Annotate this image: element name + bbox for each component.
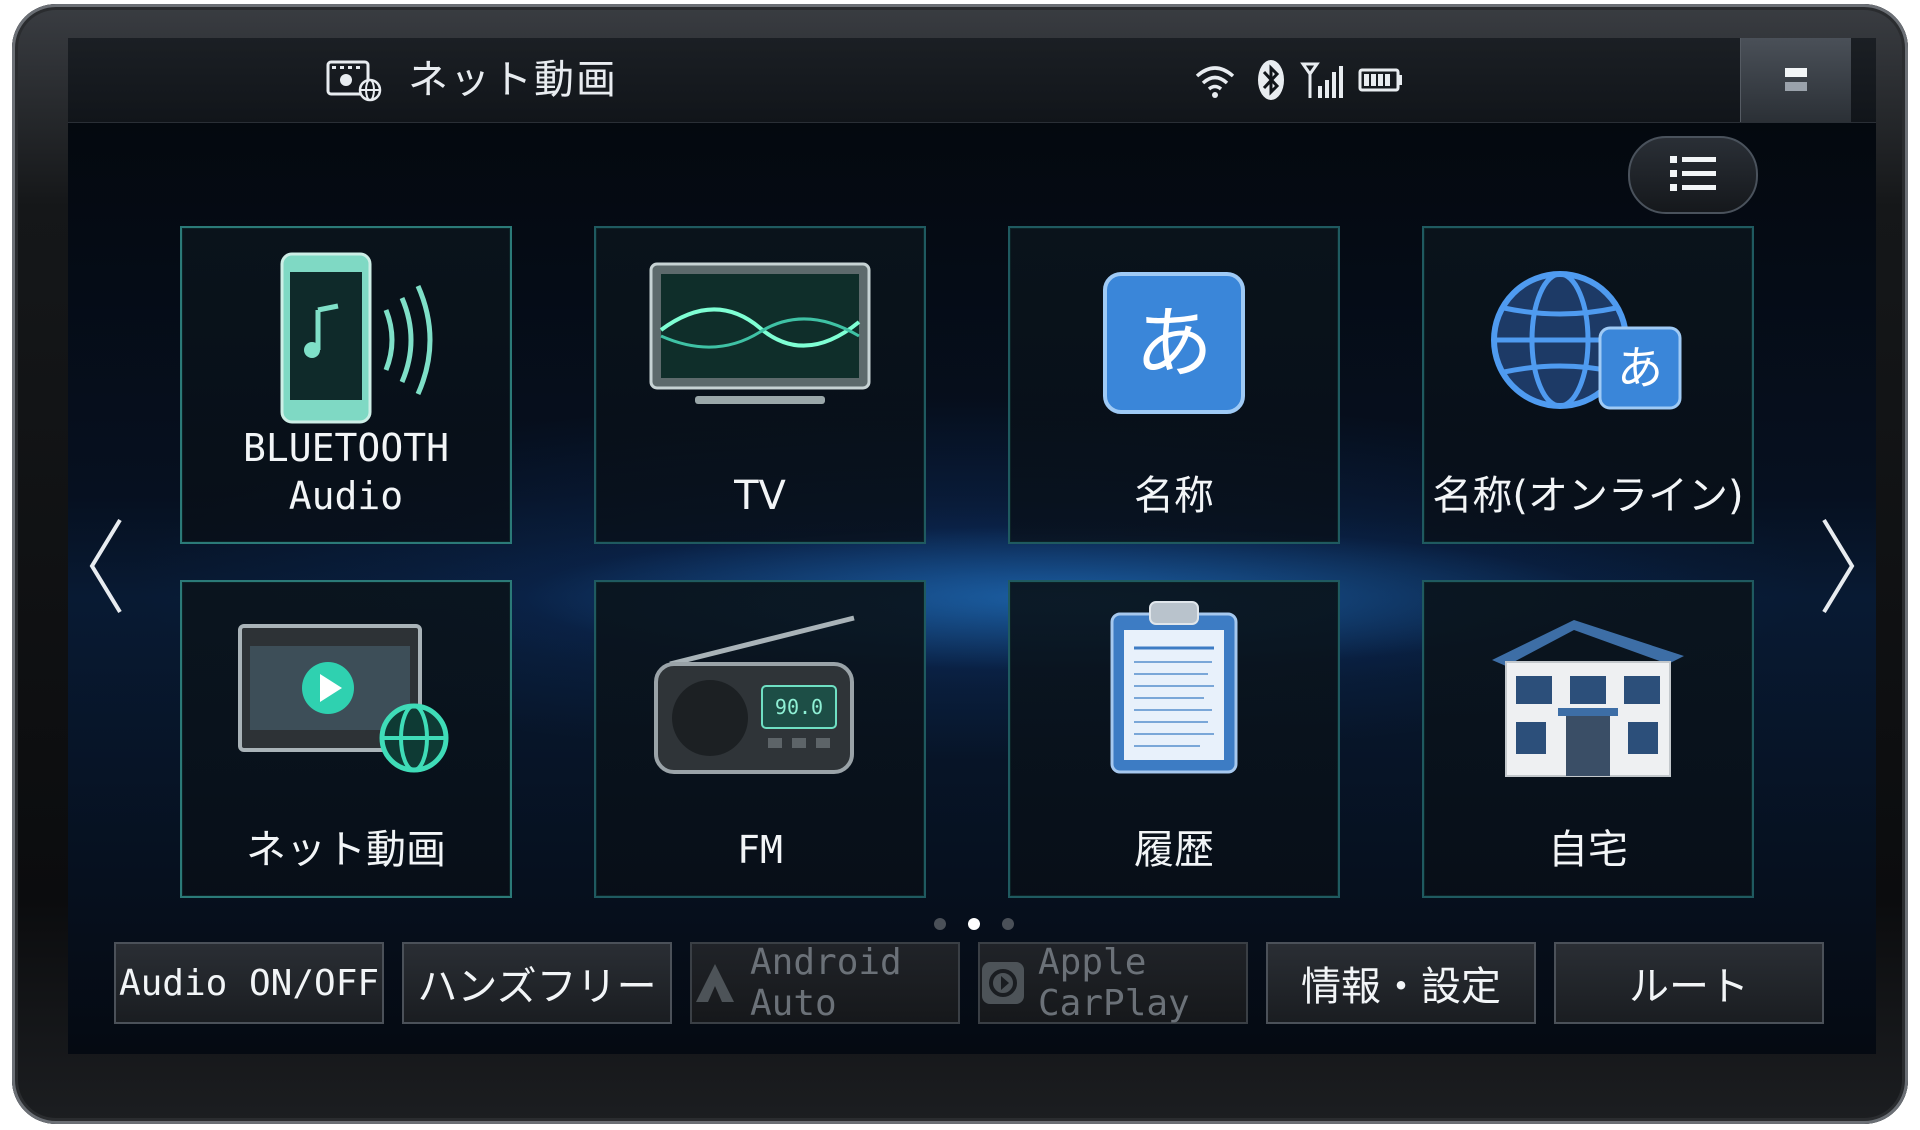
- apple-carplay-button[interactable]: Apple CarPlay: [978, 942, 1248, 1024]
- button-label: ルート: [1629, 964, 1749, 1010]
- hiragana-glyph: あ: [1135, 299, 1213, 389]
- wifi-icon: [1195, 66, 1235, 98]
- chevron-right-icon[interactable]: [1818, 516, 1858, 616]
- hiragana-glyph: あ: [1617, 341, 1663, 395]
- fm-frequency-display: 90.0: [775, 695, 823, 719]
- video-globe-icon: [238, 624, 449, 773]
- route-button[interactable]: ルート: [1554, 942, 1824, 1024]
- radio-icon: 90.0: [654, 615, 855, 774]
- tile-net-video[interactable]: ネット動画: [180, 580, 512, 898]
- tile-home[interactable]: 自宅: [1422, 580, 1754, 898]
- battery-icon: [1358, 68, 1402, 92]
- info-settings-button[interactable]: 情報・設定: [1266, 942, 1536, 1024]
- page-dot[interactable]: [1002, 918, 1014, 930]
- page-dot-current[interactable]: [968, 918, 980, 930]
- button-label: Apple CarPlay: [1038, 942, 1190, 1024]
- tile-history[interactable]: 履歴: [1008, 580, 1340, 898]
- page-title: ネット動画: [408, 57, 618, 103]
- chevron-left-icon[interactable]: [86, 516, 126, 616]
- bluetooth-phone-audio-icon: [280, 252, 433, 424]
- android-auto-button[interactable]: Android Auto: [690, 942, 960, 1024]
- tile-tv[interactable]: TV: [594, 226, 926, 544]
- button-label: Android Auto: [750, 942, 902, 1024]
- globe-hiragana-icon: あ: [1491, 271, 1682, 410]
- list-view-button[interactable]: [1628, 136, 1758, 214]
- house-icon: [1492, 620, 1684, 777]
- device-bezel: ネット動画 BLUETOOTH Audio TV あ 名称 あ 名称(オンライン…: [12, 4, 1908, 1124]
- signal-icon: [1300, 62, 1343, 98]
- display-toggle-icon: [1785, 68, 1807, 91]
- top-bar: ネット動画: [68, 38, 1876, 123]
- tile-label: TV: [734, 473, 786, 519]
- clipboard-history-icon: [1110, 601, 1238, 774]
- tv-icon: [649, 262, 871, 404]
- hands-free-button[interactable]: ハンズフリー: [402, 942, 672, 1024]
- button-label: ハンズフリー: [417, 964, 657, 1010]
- tile-label: BLUETOOTH Audio: [243, 426, 449, 518]
- tile-label: 履歴: [1134, 827, 1214, 873]
- tile-fm[interactable]: 90.0 FM: [594, 580, 926, 898]
- background-glow: [68, 38, 1876, 1054]
- screen: ネット動画 BLUETOOTH Audio TV あ 名称 あ 名称(オンライン…: [68, 38, 1876, 1054]
- hiragana-a-icon: あ: [1103, 272, 1245, 414]
- button-label: Audio ON/OFF: [118, 962, 380, 1004]
- tile-label: FM: [737, 828, 783, 872]
- list-icon: [1670, 156, 1716, 191]
- tile-bluetooth-audio[interactable]: BLUETOOTH Audio: [180, 226, 512, 544]
- tile-label: 自宅: [1548, 827, 1628, 873]
- page-dot[interactable]: [934, 918, 946, 930]
- video-globe-icon: [326, 60, 382, 102]
- bluetooth-icon: [1258, 60, 1284, 100]
- page-indicator: [928, 914, 1018, 934]
- tile-name-search[interactable]: あ 名称: [1008, 226, 1340, 544]
- tile-label: 名称(オンライン): [1432, 473, 1744, 519]
- button-label: 情報・設定: [1301, 964, 1501, 1010]
- android-auto-icon: [696, 964, 734, 1002]
- tile-label: 名称: [1134, 473, 1214, 519]
- tile-name-online[interactable]: あ 名称(オンライン): [1422, 226, 1754, 544]
- audio-on-off-button[interactable]: Audio ON/OFF: [114, 942, 384, 1024]
- carplay-icon: [982, 962, 1024, 1004]
- display-toggle-button[interactable]: [1740, 38, 1851, 122]
- tile-label: ネット動画: [246, 827, 446, 873]
